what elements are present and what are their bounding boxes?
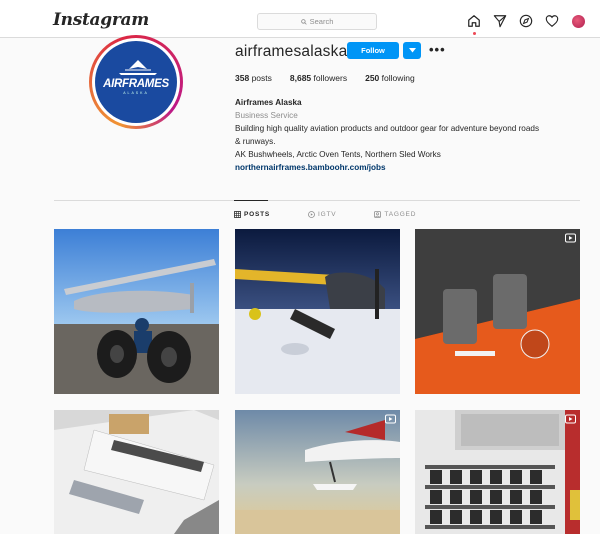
bio-category: Business Service	[235, 111, 298, 120]
direct-icon[interactable]	[492, 13, 508, 29]
bio-name: Airframes Alaska	[235, 98, 302, 107]
search-input[interactable]: Search	[257, 13, 377, 30]
profile-avatar-large[interactable]: AIRFRAMES ALASKA	[89, 35, 183, 129]
active-tab-indicator	[234, 200, 268, 201]
video-icon	[565, 414, 576, 424]
explore-icon[interactable]	[518, 13, 534, 29]
followers-stat[interactable]: 8,685 followers	[290, 73, 347, 83]
video-icon	[385, 414, 396, 424]
tab-igtv[interactable]: IGTV	[308, 211, 336, 218]
profile-avatar[interactable]	[570, 13, 586, 29]
post-thumbnail-1[interactable]	[54, 229, 219, 394]
profile-tabs: POSTS IGTV TAGGED	[234, 211, 416, 218]
follow-button[interactable]: Follow	[347, 42, 399, 59]
airframes-logo: AIRFRAMES ALASKA	[95, 41, 177, 123]
post-thumbnail-6[interactable]	[415, 410, 580, 534]
search-placeholder: Search	[309, 17, 334, 26]
post-thumbnail-4[interactable]	[54, 410, 219, 534]
igtv-icon	[308, 211, 315, 218]
search-icon	[300, 18, 307, 25]
bio-line-1: Building high quality aviation products …	[235, 124, 540, 133]
tab-posts[interactable]: POSTS	[234, 211, 270, 218]
profile-username: airframesalaska	[235, 43, 348, 60]
activity-heart-icon[interactable]	[544, 13, 560, 29]
bio-line-2: & runways.	[235, 137, 276, 146]
video-icon	[565, 233, 576, 243]
nav-icons	[466, 13, 586, 29]
tagged-icon	[374, 211, 382, 218]
profile-bio: Airframes Alaska Business Service Buildi…	[235, 96, 585, 174]
plane-logo-icon	[119, 60, 157, 75]
tabs-divider	[54, 200, 580, 201]
home-icon[interactable]	[466, 13, 482, 29]
post-thumbnail-2[interactable]	[235, 229, 400, 394]
instagram-logo[interactable]: Instagram	[53, 10, 149, 30]
post-thumbnail-5[interactable]	[235, 410, 400, 534]
grid-icon	[234, 211, 241, 218]
following-stat[interactable]: 250 following	[365, 73, 415, 83]
bio-line-3: AK Bushwheels, Arctic Oven Tents, Northe…	[235, 150, 441, 159]
more-options-icon[interactable]: •••	[429, 43, 446, 57]
chevron-down-icon	[408, 48, 416, 53]
posts-stat: 358 posts	[235, 73, 272, 83]
profile-stats: 358 posts 8,685 followers 250 following	[235, 73, 415, 83]
avatar-sub-text: ALASKA	[123, 90, 149, 95]
bio-link[interactable]: northernairframes.bamboohr.com/jobs	[235, 161, 585, 174]
post-thumbnail-3[interactable]	[415, 229, 580, 394]
top-nav-bar: Instagram Search	[0, 0, 600, 38]
suggested-dropdown-button[interactable]	[403, 42, 421, 59]
notification-dot	[473, 32, 476, 35]
tab-tagged[interactable]: TAGGED	[374, 211, 416, 218]
